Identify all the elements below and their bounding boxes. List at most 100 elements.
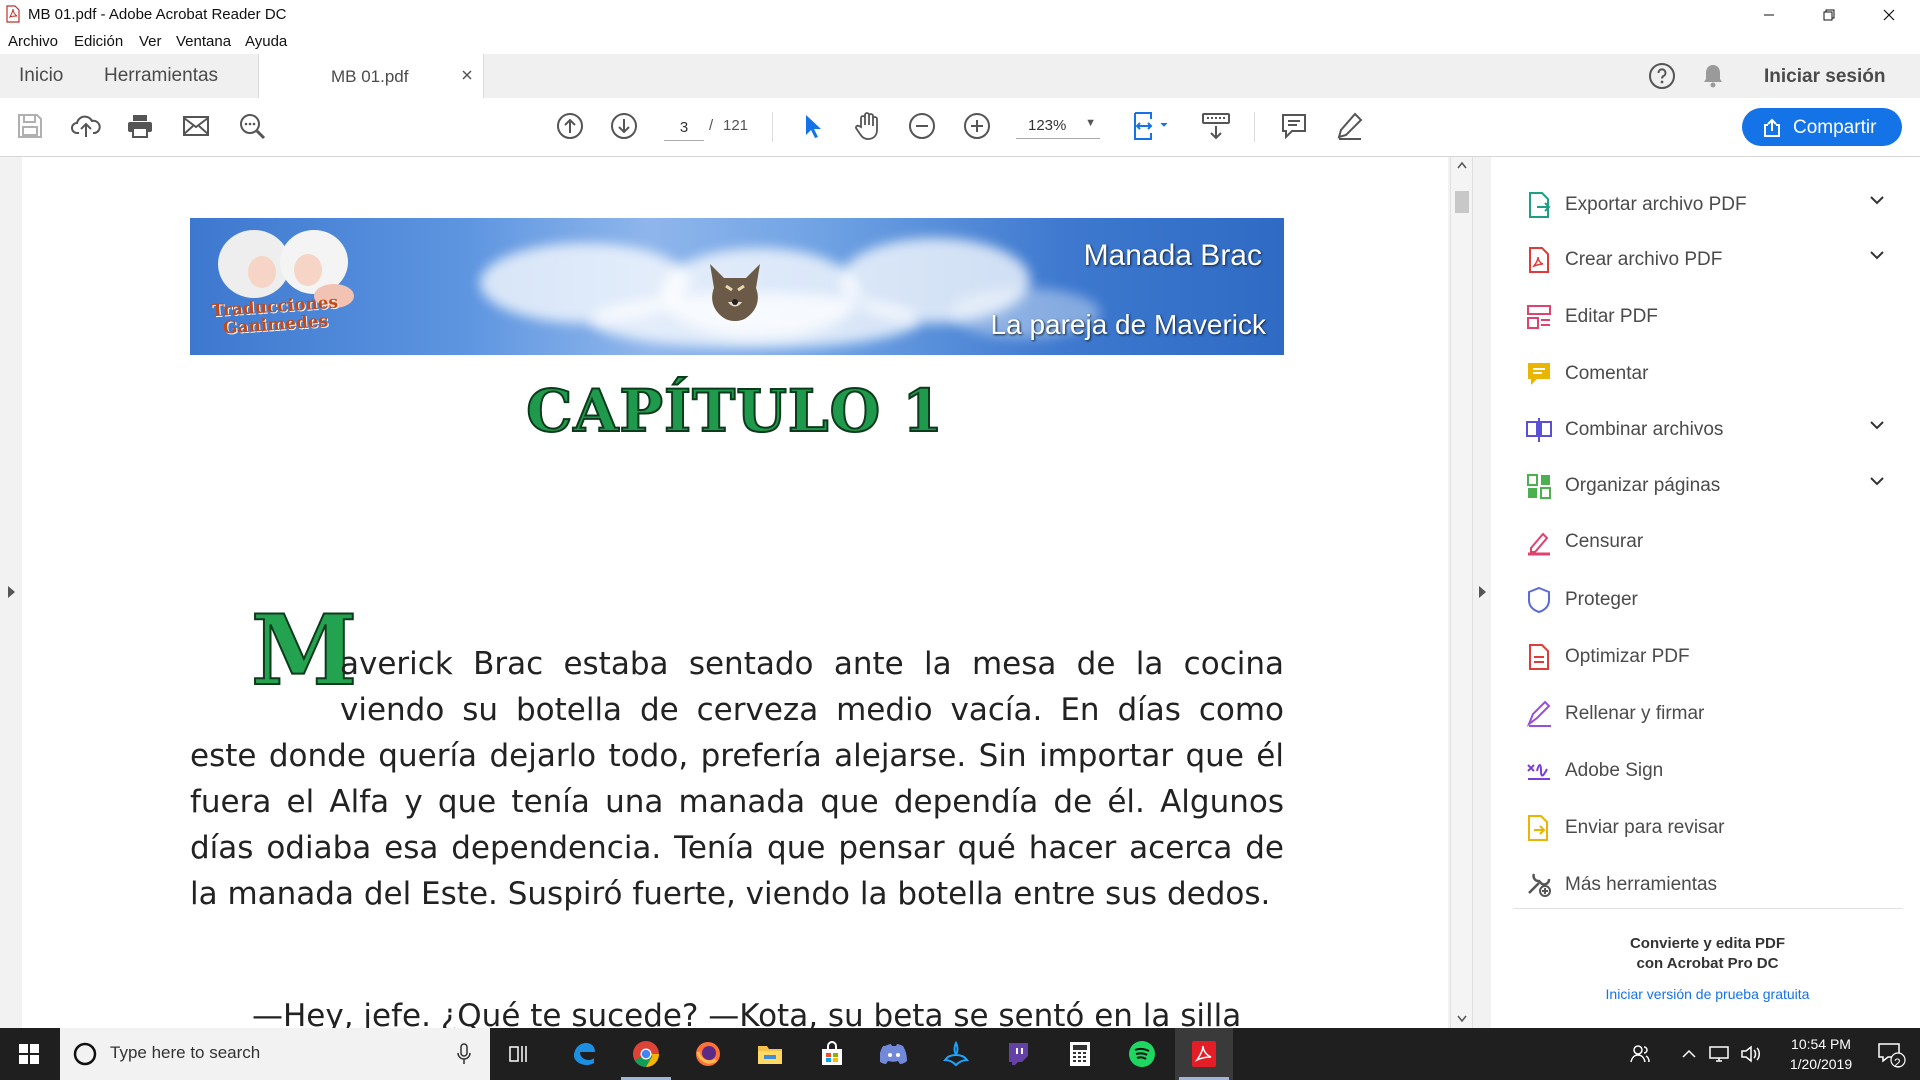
upload-cloud-button[interactable] (70, 110, 102, 142)
taskbar-app-store[interactable] (803, 1028, 861, 1080)
cursor-arrow-icon (806, 115, 821, 138)
tool-item[interactable]: Organizar páginas (1525, 466, 1895, 506)
paragraph-2: —Hey, jefe. ¿Qué te sucede? —Kota, su be… (252, 998, 1242, 1028)
save-button[interactable] (14, 110, 46, 142)
comment-tool-button[interactable] (1278, 110, 1310, 142)
taskbar-app-firefox[interactable] (679, 1028, 737, 1080)
tool-item[interactable]: Proteger (1525, 580, 1895, 620)
hand-tool-button[interactable] (852, 110, 884, 142)
taskbar-app-spotify[interactable] (1113, 1028, 1171, 1080)
taskbar-app-twitch[interactable] (989, 1028, 1047, 1080)
taskbar-app-calculator[interactable] (1051, 1028, 1109, 1080)
pdf-page[interactable]: Traducciones Ganimedes Manada Brac La pa… (22, 157, 1448, 1028)
paragraph-1-opening: averick Brac estaba sentado ante la mesa… (340, 646, 1284, 728)
email-button[interactable] (180, 110, 212, 142)
print-button[interactable] (124, 110, 156, 142)
minimize-button[interactable] (1746, 0, 1792, 30)
help-button[interactable] (1648, 62, 1676, 95)
taskbar-app-chrome[interactable] (617, 1028, 675, 1080)
close-icon (462, 70, 472, 80)
tool-item[interactable]: Combinar archivos (1525, 410, 1895, 450)
tool-item[interactable]: Adobe Sign (1525, 751, 1895, 791)
task-view-button[interactable] (490, 1028, 548, 1080)
action-center-button[interactable]: 2 (1866, 1028, 1916, 1080)
page-number-input[interactable] (664, 114, 704, 141)
restore-button[interactable] (1806, 0, 1852, 30)
chrome-icon (633, 1041, 659, 1068)
previous-page-button[interactable] (554, 110, 586, 142)
close-window-button[interactable] (1866, 0, 1912, 30)
taskbar-app-file-explorer[interactable] (741, 1028, 799, 1080)
menu-ventana[interactable]: Ventana (176, 33, 231, 50)
scroll-mode-button[interactable] (1198, 110, 1234, 142)
scroll-up-icon (1457, 161, 1467, 169)
left-panel-toggle[interactable] (0, 157, 23, 1028)
bell-icon (1704, 65, 1722, 88)
send-review-icon (1528, 815, 1548, 841)
microphone-icon (457, 1043, 471, 1064)
chevron-down-icon[interactable] (1869, 249, 1885, 261)
paragraph-1-body: este donde quería dejarlo todo, prefería… (190, 738, 1284, 912)
fit-page-button[interactable] (1128, 110, 1174, 142)
tab-herramientas[interactable]: Herramientas (104, 65, 218, 87)
next-page-button[interactable] (608, 110, 640, 142)
signin-link[interactable]: Iniciar sesión (1764, 66, 1885, 88)
taskbar-app-discord[interactable] (865, 1028, 923, 1080)
taskbar-app-edge[interactable] (555, 1028, 613, 1080)
document-viewport: Traducciones Ganimedes Manada Brac La pa… (0, 157, 1491, 1028)
chevron-down-icon[interactable] (1869, 475, 1885, 487)
start-button[interactable] (0, 1028, 58, 1080)
menu-edicion[interactable]: Edición (74, 33, 123, 50)
tool-item[interactable]: Censurar (1525, 522, 1895, 562)
adobe-sign-icon (1527, 764, 1550, 780)
minus-circle-icon (909, 113, 935, 139)
tool-item[interactable]: Más herramientas (1525, 865, 1895, 905)
volume-button[interactable] (1736, 1028, 1766, 1080)
network-button[interactable] (1704, 1028, 1734, 1080)
select-tool-button[interactable] (796, 110, 828, 142)
tool-item-label: Exportar archivo PDF (1565, 194, 1747, 215)
zoom-in-button[interactable] (961, 110, 993, 142)
share-icon (1764, 118, 1780, 137)
redact-icon (1528, 532, 1550, 556)
right-panel-toggle[interactable] (1472, 157, 1491, 1028)
tools-panel: Exportar archivo PDF Crear archivo PDF Edi… (1495, 157, 1920, 1028)
tool-item[interactable]: Enviar para revisar (1525, 808, 1895, 848)
find-button[interactable] (236, 110, 268, 142)
plus-circle-icon (964, 113, 990, 139)
zoom-level-select[interactable]: 123% ▼ (1016, 114, 1100, 139)
tool-item[interactable]: Crear archivo PDF (1525, 240, 1895, 280)
menu-ayuda[interactable]: Ayuda (245, 33, 287, 50)
show-hidden-icons-button[interactable] (1674, 1028, 1704, 1080)
menu-archivo[interactable]: Archivo (8, 33, 58, 50)
close-tab-button[interactable] (461, 65, 473, 86)
tool-item-label: Comentar (1565, 363, 1649, 384)
tool-item[interactable]: Comentar (1525, 354, 1895, 394)
taskbar-search-box[interactable]: Type here to search (60, 1028, 490, 1080)
tab-inicio[interactable]: Inicio (19, 65, 63, 87)
pdf-file-icon (6, 5, 20, 23)
tool-item-label: Editar PDF (1565, 306, 1658, 327)
taskbar-app-battlenet[interactable] (927, 1028, 985, 1080)
tool-item[interactable]: Optimizar PDF (1525, 637, 1895, 677)
zoom-out-button[interactable] (906, 110, 938, 142)
taskbar-clock[interactable]: 10:54 PM 1/20/2019 (1776, 1034, 1866, 1074)
chevron-down-icon[interactable] (1869, 194, 1885, 206)
vertical-scrollbar[interactable] (1450, 157, 1473, 1028)
highlight-tool-button[interactable] (1334, 110, 1366, 142)
scrollbar-thumb[interactable] (1455, 191, 1469, 213)
share-button[interactable]: Compartir (1742, 108, 1902, 146)
people-button[interactable] (1620, 1028, 1660, 1080)
free-trial-link[interactable]: Iniciar versión de prueba gratuita (1495, 986, 1920, 1002)
notifications-button[interactable] (1700, 62, 1726, 95)
taskbar-app-acrobat[interactable] (1175, 1028, 1233, 1080)
tab-bar: Inicio Herramientas MB 01.pdf Iniciar se… (0, 54, 1920, 99)
menu-ver[interactable]: Ver (139, 33, 162, 50)
tool-item-label: Optimizar PDF (1565, 646, 1690, 667)
collapse-right-panel-icon (1479, 586, 1486, 598)
tab-document[interactable]: MB 01.pdf (258, 54, 484, 99)
tool-item[interactable]: Exportar archivo PDF (1525, 185, 1895, 225)
tool-item[interactable]: Rellenar y firmar (1525, 694, 1895, 734)
chevron-down-icon[interactable] (1869, 419, 1885, 431)
tool-item[interactable]: Editar PDF (1525, 297, 1895, 337)
